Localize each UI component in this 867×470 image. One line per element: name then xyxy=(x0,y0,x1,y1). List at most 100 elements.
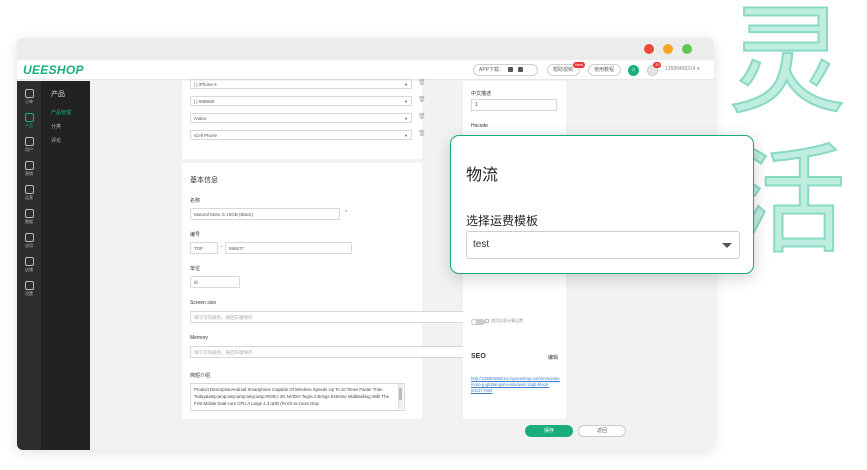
subnav-title: 产品 xyxy=(51,91,65,98)
sidebar-item-label: 应用 xyxy=(25,243,33,248)
gear-icon xyxy=(24,281,34,290)
seo-title: SEO xyxy=(471,353,486,360)
logo: UEESHOP xyxy=(23,63,84,77)
window-close-button[interactable] xyxy=(644,44,654,54)
title-bar xyxy=(17,38,714,60)
seo-url-link[interactable]: http://13580496214.myueeshop.com/motorol… xyxy=(471,376,561,394)
back-button[interactable]: 返回 xyxy=(578,425,626,437)
sidebar-item-label: 设置 xyxy=(25,291,33,296)
app-download-button[interactable]: APP下载： xyxy=(473,64,538,76)
chart-icon xyxy=(24,209,34,218)
top-bar: UEESHOP APP下载： 帮助视频 New 使用教程 ⌂ 30 135804… xyxy=(17,60,714,80)
section-heading: 基本信息 xyxy=(190,177,218,184)
toggle-switch[interactable] xyxy=(471,319,485,325)
sidebar-item-products[interactable]: 产品 xyxy=(17,111,41,133)
sku-separator: - xyxy=(221,244,223,250)
sidebar-item-operations[interactable]: 运营 xyxy=(17,183,41,205)
trash-icon[interactable]: 🗑 xyxy=(418,130,426,137)
sku-field[interactable]: 996577 xyxy=(225,242,352,254)
variant-select[interactable]: iCell Phone ▼ xyxy=(190,130,412,140)
sidebar-item-users[interactable]: 用户 xyxy=(17,135,41,157)
basic-info-panel: 基本信息 名称 Motorol Moto G 16GB (Black) * 编号… xyxy=(182,163,472,450)
sidebar-item-label: 店铺 xyxy=(25,267,33,272)
variant-select[interactable]: | | IMB655 ▼ xyxy=(190,96,412,106)
subnav-item-product-management[interactable]: 产品管理 xyxy=(51,109,71,116)
chevron-down-icon: ▼ xyxy=(404,82,408,87)
sidebar: 订单 产品 用户 营销 运营 数据 应用 店铺 设置 xyxy=(17,81,41,450)
variant-value: iCell Phone xyxy=(194,133,218,138)
name-field[interactable]: Motorol Moto G 16GB (Black) xyxy=(190,208,340,220)
android-icon xyxy=(517,67,523,73)
name-label: 名称 xyxy=(190,198,201,204)
app-download-label: APP下载： xyxy=(479,67,505,73)
sidebar-item-label: 用户 xyxy=(25,147,33,152)
popup-title: 物流 xyxy=(466,165,499,184)
share-icon xyxy=(24,185,34,194)
memory-input[interactable]: 填写可内级别，按回车键保存 xyxy=(190,346,472,358)
variant-value: | | iPhone 6 xyxy=(194,82,217,87)
trash-icon[interactable]: 🗑 xyxy=(418,79,426,86)
tutorial-button[interactable]: 使用教程 xyxy=(588,64,621,76)
chevron-down-icon xyxy=(722,243,732,248)
variant-value: | | IMB655 xyxy=(194,99,215,104)
sidebar-item-settings[interactable]: 设置 xyxy=(17,279,41,301)
sku-prefix-field[interactable]: TOP xyxy=(190,242,218,254)
window-maximize-button[interactable] xyxy=(682,44,692,54)
stage: 灵 活 UEESHOP APP下载： 帮助视频 New 使用教程 ⌂ 30 13… xyxy=(0,0,867,470)
subnav-item-categories[interactable]: 分类 xyxy=(51,123,61,130)
variant-select[interactable]: iVideo ▼ xyxy=(190,113,412,123)
sidebar-item-label: 数据 xyxy=(25,219,33,224)
sidebar-item-data[interactable]: 数据 xyxy=(17,207,41,229)
checkbox[interactable] xyxy=(485,319,489,323)
shipping-template-select[interactable]: test xyxy=(466,231,740,259)
unit-field[interactable]: Ιß xyxy=(190,276,240,288)
memory-label: Memory xyxy=(190,335,209,341)
description-scroll-thumb[interactable] xyxy=(399,388,402,400)
home-icon[interactable]: ⌂ xyxy=(628,65,639,76)
users-icon xyxy=(24,137,34,146)
trash-icon[interactable]: 🗑 xyxy=(418,96,426,103)
screen-size-label: Screen size xyxy=(190,300,217,306)
hscode-label: Hscode xyxy=(471,123,488,129)
cn-desc-field[interactable]: 1 xyxy=(471,99,557,111)
sidebar-item-orders[interactable]: 订单 xyxy=(17,87,41,109)
cube-icon xyxy=(24,113,34,122)
unit-label: 单位 xyxy=(190,266,201,272)
decorative-char: 灵 xyxy=(727,0,847,130)
sidebar-item-store[interactable]: 店铺 xyxy=(17,255,41,277)
screen-size-input[interactable]: 填写可内级别，按回车键保存 xyxy=(190,311,472,323)
logistics-popup: 物流 选择运费模板 test xyxy=(450,135,754,274)
message-count-badge: 30 xyxy=(653,62,662,68)
chevron-down-icon: ▼ xyxy=(404,99,408,104)
variant-panel: | | iPhone 6 ▼ 🗑 | | IMB655 ▼ 🗑 iVideo ▼ 🗑 … xyxy=(182,79,426,159)
variant-select[interactable]: | | iPhone 6 ▼ xyxy=(190,79,412,89)
apps-icon xyxy=(24,233,34,242)
sub-navigation: 产品 产品管理 分类 评论 xyxy=(41,81,90,450)
trash-icon[interactable]: 🗑 xyxy=(418,113,426,120)
save-button[interactable]: 保存 xyxy=(525,425,573,437)
shipping-template-value: test xyxy=(473,239,490,250)
sidebar-item-label: 产品 xyxy=(25,123,33,128)
description-label: 简短介绍 xyxy=(190,373,211,379)
account-name: 13580496214 xyxy=(665,66,696,72)
sidebar-item-label: 订单 xyxy=(25,99,33,104)
sku-label: 编号 xyxy=(190,232,201,238)
description-textarea[interactable]: Product DescriptionAndroid Smartphone Ca… xyxy=(190,383,405,411)
window-minimize-button[interactable] xyxy=(663,44,673,54)
subnav-item-reviews[interactable]: 评论 xyxy=(51,137,61,144)
required-mark: * xyxy=(345,210,347,216)
sidebar-item-apps[interactable]: 应用 xyxy=(17,231,41,253)
cn-desc-label: 中文描述 xyxy=(471,91,492,97)
seo-edit-link[interactable]: 编辑 xyxy=(548,354,558,361)
footer-bar: 保存 返回 xyxy=(90,419,714,450)
apple-icon xyxy=(508,67,514,73)
sidebar-item-marketing[interactable]: 营销 xyxy=(17,159,41,181)
chevron-down-icon: ▼ xyxy=(404,116,408,121)
account-menu[interactable]: 13580496214 ▾ xyxy=(665,66,700,72)
clipboard-icon xyxy=(24,89,34,98)
ticket-icon xyxy=(24,161,34,170)
chevron-down-icon: ▼ xyxy=(404,133,408,138)
shipping-template-label: 选择运费模板 xyxy=(466,214,539,228)
variant-value: iVideo xyxy=(194,116,207,121)
sidebar-item-label: 运营 xyxy=(25,195,33,200)
